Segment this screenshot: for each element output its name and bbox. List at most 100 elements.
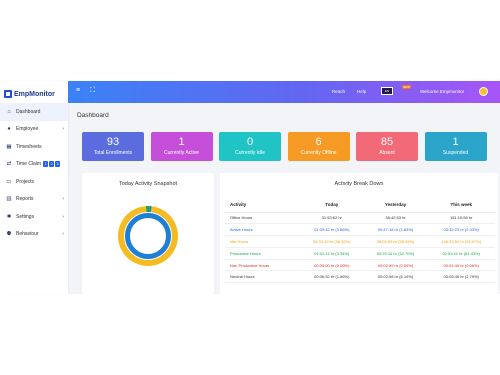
sidebar-item-behaviour[interactable]: ⚉ Behaviour › [0, 226, 68, 244]
table-cell: 03:32:23 hr (2.33%) [427, 223, 495, 237]
brand-logo[interactable]: EmpMonitor [4, 87, 55, 101]
stat-card-label: Total Enrollments [93, 150, 133, 156]
gear-icon: ✱ [6, 213, 12, 220]
stat-card-value: 0 [246, 136, 254, 148]
users-icon: ⚉ [6, 231, 12, 238]
table-cell: 02:53:41 hr (81.43%) [427, 247, 495, 260]
column-header: Activity [225, 197, 300, 213]
table-cell: 01:02:11 hr (3.34%) [299, 247, 364, 260]
table-row: Neutral Hours 00:06:32 hr (1.86%) 00:02:… [225, 270, 495, 284]
stat-card-value: 1 [178, 136, 185, 148]
chart-icon: ▥ [6, 196, 12, 203]
sidebar-item-label: Dashboard [16, 108, 41, 115]
table-row: Non Productive Hours 00:00:00 hr (0.00%)… [225, 259, 495, 272]
breakdown-title: Activity Break Down [334, 181, 384, 187]
table-cell: 30:32:49 hr (96.32%) [299, 235, 364, 248]
table-cell: 00:47:18 hr (1.83%) [363, 223, 428, 237]
menu-icon[interactable]: ≡ [76, 87, 80, 94]
welcome-text: Welcome Empmonitor [420, 89, 465, 94]
sidebar-item-employee[interactable]: ● Employee › [0, 121, 68, 139]
avatar[interactable] [479, 87, 488, 96]
chevron-right-icon: › [62, 213, 64, 220]
chevron-right-icon: › [62, 231, 64, 238]
table-header-row: Activity Today Yesterday This week [225, 197, 495, 213]
stat-card-currently-active[interactable]: 1 Currently Active [150, 132, 213, 161]
app-window: EmpMonitor ⌂ Dashboard ● Employee › ▦ Ti… [0, 81, 500, 294]
time-claim-badges: 1 2 3 [43, 161, 61, 168]
sidebar: EmpMonitor ⌂ Dashboard ● Employee › ▦ Ti… [0, 81, 68, 294]
folder-icon: ▭ [6, 178, 12, 185]
stat-card-currently-offline[interactable]: 6 Currently Offline [287, 132, 350, 161]
fullscreen-icon[interactable]: ⛶ [90, 87, 95, 95]
sidebar-item-label: Reports [16, 196, 34, 203]
logo-icon [4, 90, 12, 98]
row-label: Non Productive Hours [225, 259, 300, 272]
activity-breakdown-panel: Activity Break Down Activity Today Yeste… [220, 173, 498, 294]
main-content: Dashboard 93 Total Enrollments 1 Current… [68, 103, 500, 294]
row-label: Idle Hours [225, 235, 300, 248]
time-claim-badge: 3 [55, 161, 61, 168]
stat-card-total-enrollments[interactable]: 93 Total Enrollments [82, 132, 144, 161]
stat-card-suspended[interactable]: 1 Suspended [424, 132, 487, 161]
sidebar-item-projects[interactable]: ▭ Projects [0, 173, 68, 191]
table-row: Office Hours 31:53:62 hr 38:42:53 hr 151… [225, 212, 495, 225]
table-cell: 00:02:59 hr (0.09%) [363, 259, 428, 272]
user-icon: ● [7, 126, 11, 133]
stat-card-label: Absent [379, 150, 395, 156]
row-label: Productive Hours [225, 247, 300, 260]
stat-card-value: 85 [380, 136, 394, 148]
stat-card-value: 6 [315, 136, 322, 148]
sidebar-item-label: Behaviour [16, 231, 39, 238]
table-cell: 00:02:58 hr (6.19%) [363, 270, 428, 284]
activity-donut-chart [118, 206, 178, 266]
table-cell: 00:05:46 hr (2.79%) [427, 270, 495, 284]
stat-card-currently-idle[interactable]: 0 Currently Idle [219, 132, 281, 161]
table-row: Active Hours 01:09:42 hr (3.86%) 00:47:1… [225, 223, 495, 237]
row-label: Office Hours [225, 212, 300, 225]
stat-cards: 93 Total Enrollments 1 Currently Active … [82, 132, 498, 161]
activity-breakdown-table: Activity Today Yesterday This week Offic… [225, 197, 495, 284]
sidebar-item-label: Time Claim [16, 161, 42, 168]
sidebar-item-label: Timesheets [16, 143, 42, 150]
brand-name: EmpMonitor [14, 90, 55, 98]
table-cell: 00:01:40 hr (0.06%) [427, 259, 495, 272]
calendar-icon: ▦ [6, 143, 12, 150]
stat-card-label: Currently Active [163, 150, 199, 156]
stat-card-label: Currently Idle [235, 150, 265, 156]
table-cell: 38:00:59 hr (98.09%) [363, 235, 428, 248]
language-flag-icon[interactable]: EN [381, 87, 393, 95]
reach-link[interactable]: Reach [332, 89, 345, 94]
sidebar-item-label: Settings [16, 213, 35, 220]
snapshot-title: Today Activity Snapshot [118, 181, 178, 187]
time-claim-badge: 2 [49, 161, 55, 168]
row-label: Neutral Hours [225, 270, 300, 284]
table-cell: 31:53:62 hr [299, 212, 364, 225]
chevron-right-icon: › [62, 196, 64, 203]
column-header: Yesterday [363, 197, 428, 213]
sidebar-item-dashboard[interactable]: ⌂ Dashboard [0, 103, 68, 121]
new-badge: NEW [402, 85, 411, 89]
sidebar-item-reports[interactable]: ▥ Reports › [0, 191, 68, 209]
column-header: Today [299, 197, 364, 213]
top-header: ≡ ⛶ NEW Reach Help EN Welcome Empmonitor [68, 81, 500, 103]
column-header: This week [427, 197, 495, 213]
row-label: Active Hours [225, 223, 300, 237]
table-cell: 38:42:53 hr [363, 212, 428, 225]
sidebar-item-settings[interactable]: ✱ Settings › [0, 208, 68, 226]
sidebar-item-time-claim[interactable]: ⇄ Time Claim 1 2 3 [0, 156, 68, 174]
sidebar-item-timesheets[interactable]: ▦ Timesheets [0, 138, 68, 156]
table-cell: 00:29:16 hr (32.70%) [363, 247, 428, 260]
stat-card-value: 1 [452, 136, 459, 148]
help-link[interactable]: Help [357, 89, 366, 94]
stat-card-absent[interactable]: 85 Absent [356, 132, 418, 161]
stat-card-label: Currently Offline [300, 150, 337, 156]
time-claim-badge: 1 [43, 161, 49, 168]
donut-inner-ring [125, 213, 171, 259]
sidebar-nav: ⌂ Dashboard ● Employee › ▦ Timesheets ⇄ … [0, 103, 68, 243]
chevron-right-icon: › [62, 126, 64, 133]
table-row: Productive Hours 01:02:11 hr (3.34%) 00:… [225, 247, 495, 260]
table-cell: 01:09:42 hr (3.86%) [299, 223, 364, 237]
sidebar-item-label: Employee [16, 126, 39, 133]
sidebar-item-label: Projects [16, 178, 35, 185]
table-cell: 151:10:59 hr [427, 212, 495, 225]
